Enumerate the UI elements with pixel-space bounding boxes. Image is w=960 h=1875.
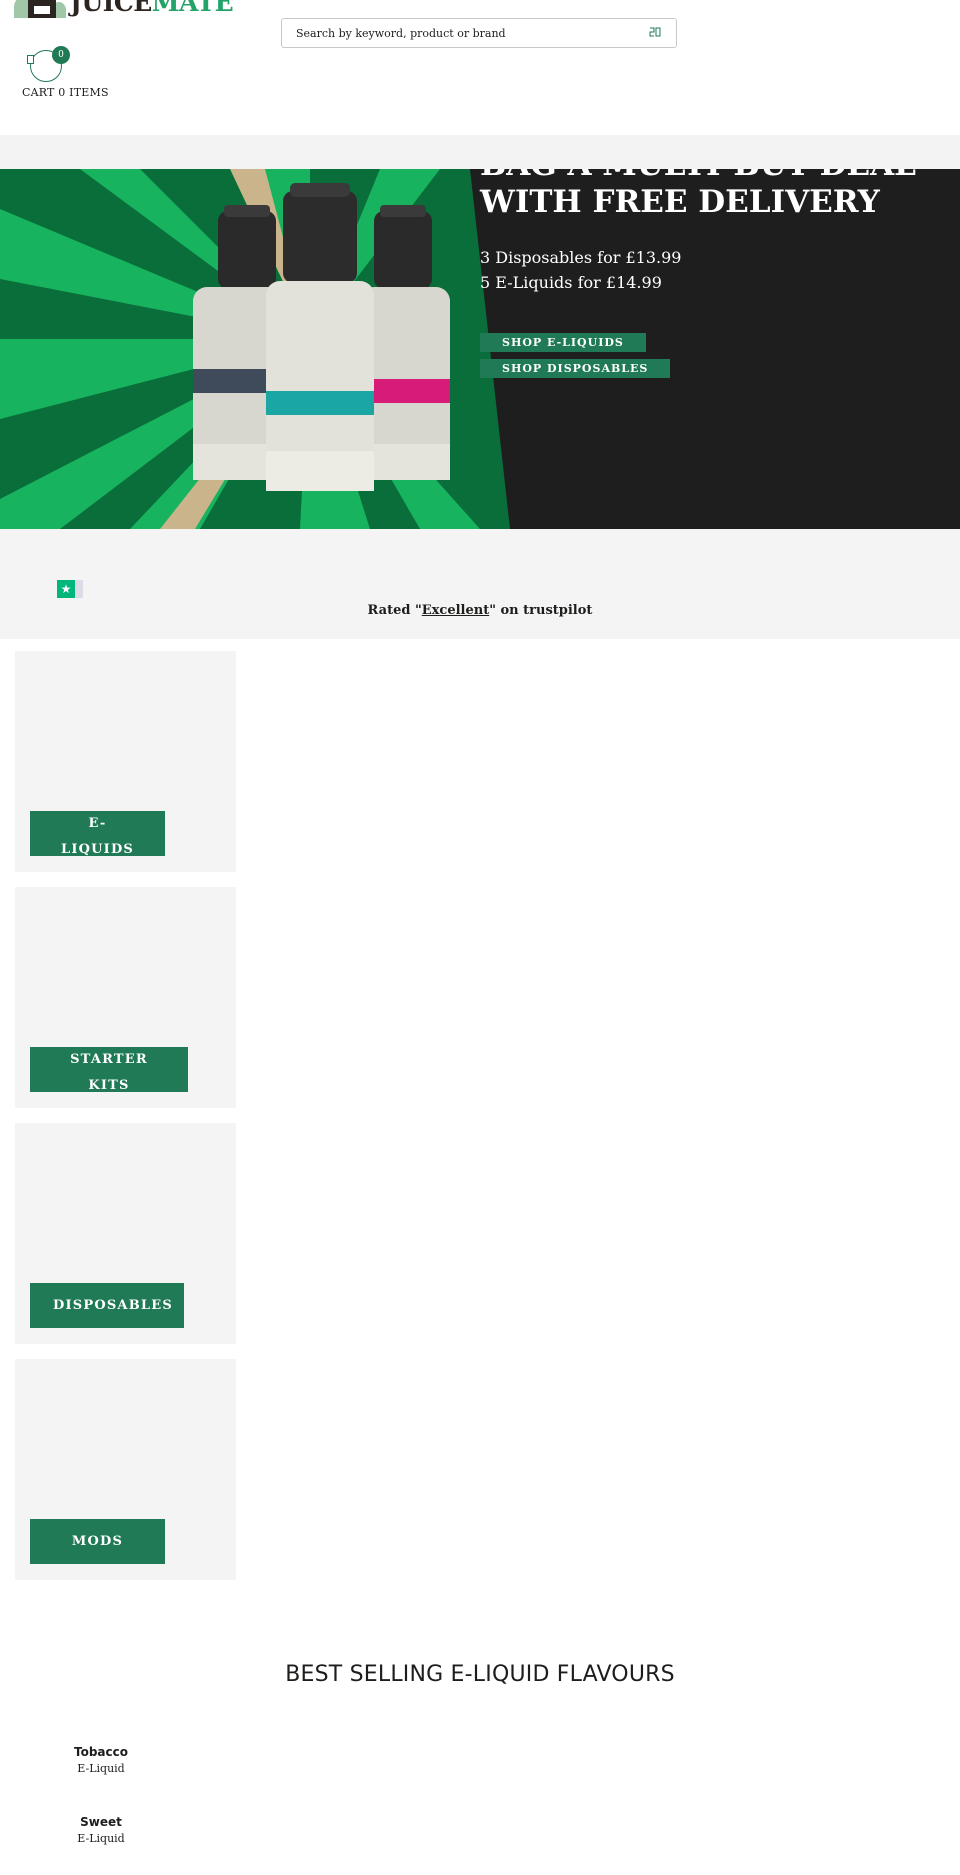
hero-title: BAG A MULTI-BUY DEAL WITH FREE DELIVERY xyxy=(480,169,916,220)
trustpilot-rating-text: Rated "Excellent" on trustpilot xyxy=(0,603,960,618)
hero-product-image xyxy=(0,169,525,529)
trustpilot-stars: ★ xyxy=(57,580,83,598)
logo-wordmark: JUICEMATE xyxy=(70,0,234,18)
search-bar xyxy=(281,18,677,48)
cart-button[interactable]: 0 CART 0 ITEMS xyxy=(22,46,112,104)
trustpilot-star-empty-icon xyxy=(75,580,83,598)
category-tile-mods[interactable]: MODS xyxy=(15,1359,236,1580)
flavour-name: Sweet xyxy=(80,1815,122,1829)
hero-top-strip xyxy=(0,135,960,169)
cart-count-badge: 0 xyxy=(52,46,70,64)
trustpilot-prefix: Rated " xyxy=(367,603,422,618)
category-button-starter-kits[interactable]: STARTER KITS xyxy=(30,1047,188,1093)
category-tile-starter-kits[interactable]: STARTER KITS xyxy=(15,887,236,1108)
flavour-item-tobacco[interactable]: Tobacco E-Liquid xyxy=(60,1745,142,1775)
category-button-disposables[interactable]: DISPOSABLES xyxy=(30,1283,184,1328)
flavour-item-sweet[interactable]: Sweet E-Liquid xyxy=(60,1815,142,1845)
hero-offer-disposables: 3 Disposables for £13.99 xyxy=(480,248,682,267)
trustpilot-suffix: " on trustpilot xyxy=(489,603,593,618)
search-input[interactable] xyxy=(296,19,626,47)
trustpilot-section: ★ Rated "Excellent" on trustpilot xyxy=(0,529,960,639)
logo-text-part2: MATE xyxy=(151,0,234,17)
flavour-type: E-Liquid xyxy=(77,1832,125,1845)
flavour-name: Tobacco xyxy=(74,1745,128,1759)
search-icon[interactable] xyxy=(648,25,662,39)
category-button-mods[interactable]: MODS xyxy=(30,1519,165,1564)
shop-eliquids-button[interactable]: SHOP E-LIQUIDS xyxy=(480,333,646,352)
logo-house-icon xyxy=(14,0,66,18)
flavour-type: E-Liquid xyxy=(77,1762,125,1775)
category-tile-eliquids[interactable]: E-LIQUIDS xyxy=(15,651,236,872)
cart-label: CART 0 ITEMS xyxy=(22,86,109,99)
hero-banner: BAG A MULTI-BUY DEAL WITH FREE DELIVERY … xyxy=(0,169,960,529)
trustpilot-excellent-link[interactable]: Excellent xyxy=(422,603,489,618)
shop-disposables-button[interactable]: SHOP DISPOSABLES xyxy=(480,359,671,378)
trustpilot-star-icon: ★ xyxy=(57,580,75,598)
hero-offer-eliquids: 5 E-Liquids for £14.99 xyxy=(480,273,662,292)
site-logo[interactable]: JUICEMATE xyxy=(14,0,234,18)
best-sellers-title: BEST SELLING E-LIQUID FLAVOURS xyxy=(285,1662,675,1687)
category-tile-disposables[interactable]: DISPOSABLES xyxy=(15,1123,236,1344)
logo-text-part1: JUICE xyxy=(70,0,152,17)
category-button-eliquids[interactable]: E-LIQUIDS xyxy=(30,811,165,857)
